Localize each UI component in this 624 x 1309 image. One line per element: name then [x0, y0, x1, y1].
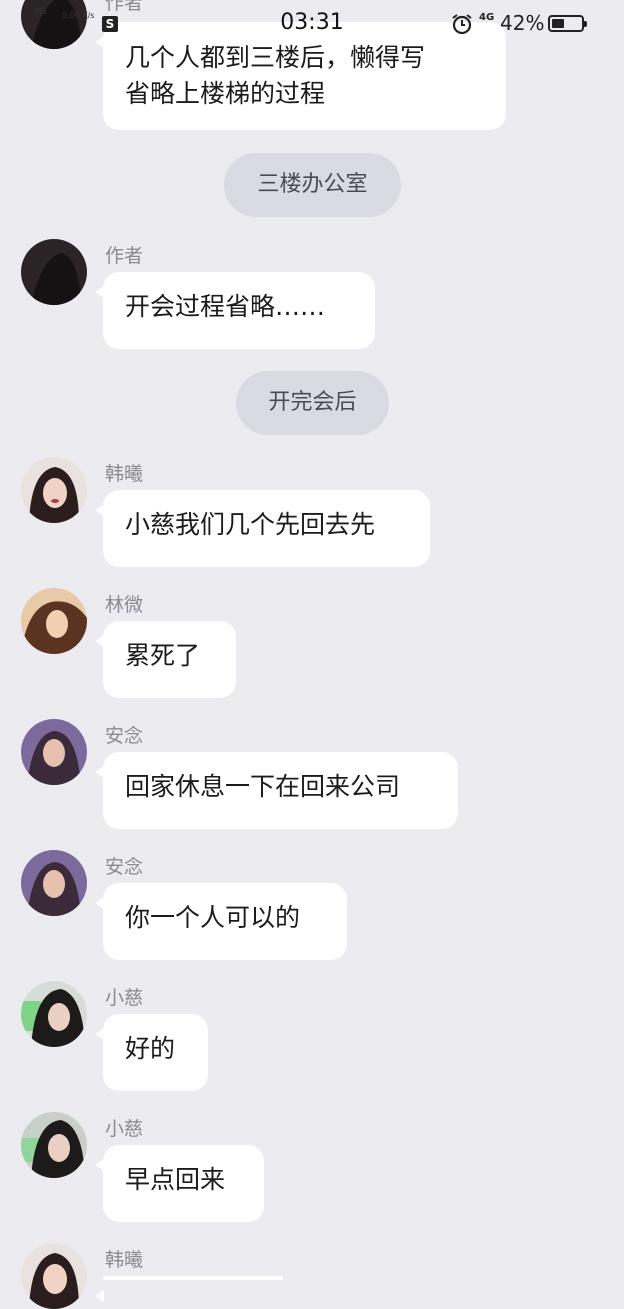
message-bubble[interactable]: 你一个人可以的 — [95, 883, 347, 960]
message-text-line: 省略上楼梯的过程 — [125, 79, 326, 108]
battery-percent: 42% — [500, 11, 545, 35]
sender-name: 韩曦 — [105, 1249, 144, 1271]
message-text: 好的 — [125, 1034, 176, 1063]
network-indicator-right: 4G — [479, 12, 495, 23]
avatar[interactable] — [21, 239, 87, 305]
system-notice: 开完会后 — [236, 371, 389, 435]
sender-name: 小慈 — [105, 987, 144, 1009]
avatar[interactable] — [21, 457, 87, 523]
avatar[interactable] — [21, 1112, 87, 1178]
sender-name: 林微 — [105, 594, 144, 616]
message-text: 小慈我们几个先回去先 — [125, 510, 376, 539]
avatar[interactable] — [21, 588, 87, 654]
avatar[interactable] — [21, 1243, 87, 1309]
message-bubble[interactable]: 小慈我们几个先回去先 — [95, 490, 430, 567]
message-text: 累死了 — [125, 641, 201, 670]
message-bubble[interactable]: 好的 — [95, 1014, 208, 1091]
sender-name: 安念 — [105, 725, 144, 747]
sender-name: 韩曦 — [105, 463, 144, 485]
message-text: 早点回来 — [125, 1165, 226, 1194]
avatar[interactable] — [21, 850, 87, 916]
message-text: 回家休息一下在回来公司 — [125, 772, 401, 801]
avatar[interactable] — [21, 719, 87, 785]
sender-name: 小慈 — [105, 1118, 144, 1140]
message-bubble[interactable]: 早点回来 — [95, 1145, 264, 1222]
avatar[interactable] — [21, 981, 87, 1047]
battery-icon — [548, 15, 587, 32]
message-bubble[interactable]: 回家休息一下在回来公司 — [95, 752, 458, 829]
message-text: 你一个人可以的 — [125, 903, 301, 932]
sender-name: 安念 — [105, 856, 144, 878]
system-notice: 三楼办公室 — [224, 153, 401, 217]
message-bubble[interactable]: 累死了 — [95, 621, 236, 698]
status-bar: 4G 0.00 K/s S 03:31 4G 42% — [0, 0, 624, 48]
message-text: 开会过程省略…… — [125, 292, 326, 321]
message-bubble[interactable] — [95, 1276, 283, 1302]
message-bubble[interactable]: 开会过程省略…… — [95, 272, 375, 349]
sender-name: 作者 — [105, 245, 144, 267]
alarm-clock-icon — [452, 14, 472, 35]
